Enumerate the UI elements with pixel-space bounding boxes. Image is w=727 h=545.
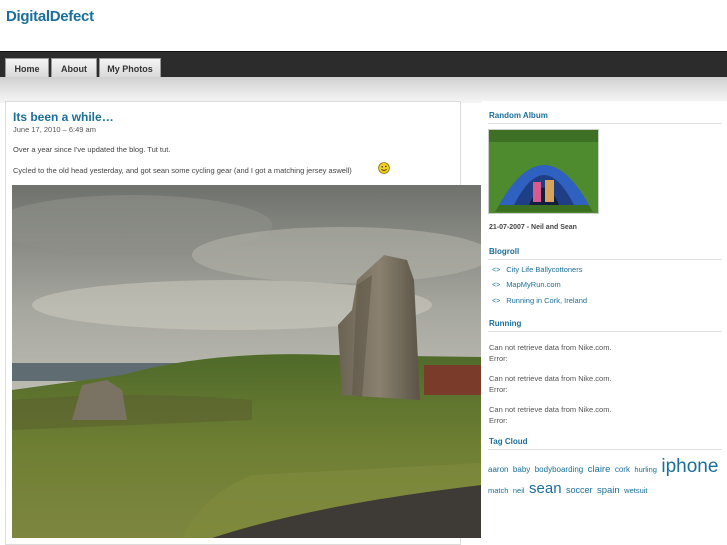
tag-link-claire[interactable]: claire [588,464,611,475]
tag-link-wetsuit[interactable]: wetsuit [624,486,647,495]
tag-link-cork[interactable]: cork [615,465,630,474]
tag-link-iphone[interactable]: iphone [661,456,718,477]
divider [488,331,722,332]
link-arrow-icon: <> [492,298,501,305]
divider [488,123,722,124]
running-error-message: Can not retrieve data from Nike.com. [489,343,612,352]
running-error-label: Error: [489,385,508,394]
divider [488,449,722,450]
site-header: DigitalDefect [0,0,727,51]
nav-tab-about[interactable]: About [51,58,97,78]
blogroll-link[interactable]: <> City Life Ballycottoners [492,265,582,274]
blogroll-link[interactable]: <> Running in Cork, Ireland [492,296,587,305]
random-album-heading: Random Album [489,111,548,120]
castle-ruin-image [12,185,481,538]
blogroll-link-label: MapMyRun.com [506,280,561,289]
nav-tab-home[interactable]: Home [5,58,49,78]
tag-link-neil[interactable]: neil [513,486,525,495]
post-paragraph: Cycled to the old head yesterday, and go… [13,166,352,175]
nav-tab-my-photos[interactable]: My Photos [99,58,161,78]
header-shadow-band [0,77,727,103]
blogroll-link-label: City Life Ballycottoners [506,265,583,274]
tag-link-hurling[interactable]: hurling [634,465,657,474]
running-heading: Running [489,319,522,328]
post-title[interactable]: Its been a while… [13,110,114,124]
tent-photo-image [489,130,598,213]
tag-link-aaron[interactable]: aaron [488,465,508,474]
running-error-label: Error: [489,416,508,425]
tag-link-match[interactable]: match [488,486,508,495]
tag-link-baby[interactable]: baby [513,465,530,474]
smiley-icon [378,162,390,174]
blogroll-link-label: Running in Cork, Ireland [506,296,588,305]
random-album-thumbnail[interactable] [488,129,599,214]
running-error-message: Can not retrieve data from Nike.com. [489,405,612,414]
post-paragraph: Over a year since I've updated the blog.… [13,145,171,154]
site-title[interactable]: DigitalDefect [6,8,94,25]
post-date: June 17, 2010 – 6:49 am [13,125,96,134]
running-error-message: Can not retrieve data from Nike.com. [489,374,612,383]
main-navigation: Home About My Photos [0,51,727,78]
running-error-label: Error: [489,354,508,363]
blogroll-heading: Blogroll [489,247,520,256]
post-photo-castle-ruin [12,185,481,538]
link-arrow-icon: <> [492,282,501,289]
tag-link-sean[interactable]: sean [529,480,562,497]
tag-link-bodyboarding[interactable]: bodyboarding [535,465,583,474]
divider [488,259,722,260]
tag-cloud-heading: Tag Cloud [489,437,528,446]
tag-link-spain[interactable]: spain [597,485,620,496]
link-arrow-icon: <> [492,267,501,274]
tag-link-soccer[interactable]: soccer [566,485,593,495]
album-caption: 21-07-2007 - Neil and Sean [489,224,577,231]
blogroll-link[interactable]: <> MapMyRun.com [492,280,561,289]
tag-cloud: aaron baby bodyboarding claire cork hurl… [488,456,720,498]
